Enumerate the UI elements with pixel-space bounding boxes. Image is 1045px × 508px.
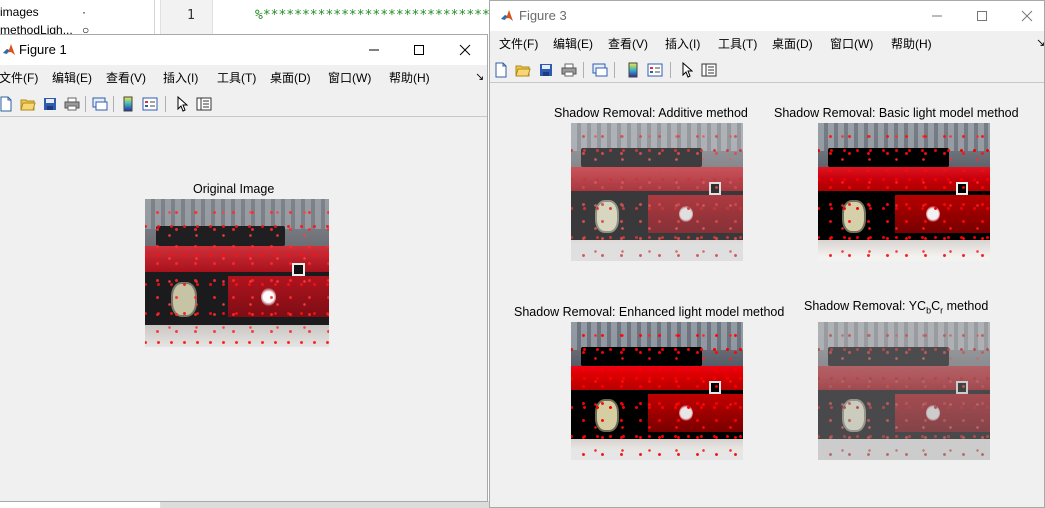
enhanced-light-model-image[interactable] xyxy=(571,322,743,460)
print-icon[interactable] xyxy=(560,61,578,79)
legend-icon[interactable] xyxy=(646,61,664,79)
close-button[interactable] xyxy=(442,35,488,65)
maximize-icon xyxy=(977,11,987,21)
figure-3-window[interactable]: Figure 3 文件(F) 编辑(E) 查看(V) 插入(I) 工具(T) 桌… xyxy=(489,0,1045,508)
menu-insert[interactable]: 插入(I) xyxy=(665,35,700,52)
axes-title-text: method xyxy=(943,299,989,313)
workspace-var-value: · xyxy=(82,5,86,19)
save-icon[interactable] xyxy=(41,95,59,113)
menu-view[interactable]: 查看(V) xyxy=(106,69,146,86)
toolbar-separator xyxy=(583,62,584,78)
machine-photo xyxy=(818,123,990,261)
axes-title: Shadow Removal: Additive method xyxy=(554,106,748,120)
figure-1-window[interactable]: Figure 1 文件(F) 编辑(E) 查看(V) 插入(I) 工具(T) 桌… xyxy=(0,34,488,502)
code-comment-line[interactable]: %********************************** xyxy=(255,8,529,23)
window-title: Figure 3 xyxy=(519,8,567,23)
axes-title-text: C xyxy=(931,299,941,313)
menu-tools[interactable]: 工具(T) xyxy=(217,69,256,86)
figure-toolbar xyxy=(490,57,1044,83)
menu-window[interactable]: 窗口(W) xyxy=(328,69,371,86)
property-inspector-icon[interactable] xyxy=(700,61,718,79)
window-title: Figure 1 xyxy=(19,42,67,57)
open-file-icon[interactable] xyxy=(19,95,37,113)
menu-overflow-icon[interactable]: ↘ xyxy=(1036,36,1045,49)
machine-photo xyxy=(145,199,329,347)
menu-bar: 文件(F) 编辑(E) 查看(V) 插入(I) 工具(T) 桌面(D) 窗口(W… xyxy=(490,32,1045,54)
maximize-button[interactable] xyxy=(396,35,442,65)
property-inspector-icon[interactable] xyxy=(195,95,213,113)
machine-photo xyxy=(571,322,743,460)
figure-3-titlebar[interactable]: Figure 3 xyxy=(490,1,1044,31)
minimize-button[interactable] xyxy=(351,35,397,65)
machine-photo xyxy=(571,123,743,261)
machine-photo xyxy=(818,322,990,460)
toolbar-separator xyxy=(165,96,166,112)
menu-insert[interactable]: 插入(I) xyxy=(163,69,198,86)
feature-points xyxy=(571,123,743,261)
figure-toolbar xyxy=(0,91,487,117)
feature-points xyxy=(145,199,329,347)
axes-title: Shadow Removal: Enhanced light model met… xyxy=(514,305,785,319)
menu-edit[interactable]: 编辑(E) xyxy=(52,69,92,86)
minimize-icon xyxy=(369,49,379,51)
toolbar-separator xyxy=(113,96,114,112)
new-figure-icon[interactable] xyxy=(0,95,15,113)
close-icon xyxy=(1021,10,1033,22)
pointer-icon[interactable] xyxy=(678,61,696,79)
axes-title: Shadow Removal: YCbCr method xyxy=(804,299,988,316)
axes-title-text: Shadow Removal: YC xyxy=(804,299,927,313)
figure-canvas[interactable]: Original Image xyxy=(0,118,487,501)
ycbcr-method-image[interactable] xyxy=(818,322,990,460)
toolbar-separator xyxy=(85,96,86,112)
menu-view[interactable]: 查看(V) xyxy=(608,35,648,52)
editor-horizontal-scrollbar[interactable] xyxy=(161,501,491,508)
figure-canvas[interactable]: Shadow Removal: Additive method Shadow R… xyxy=(490,84,1044,507)
link-plot-icon[interactable] xyxy=(91,95,109,113)
minimize-button[interactable] xyxy=(914,1,960,31)
feature-points xyxy=(571,322,743,460)
figure-1-titlebar[interactable]: Figure 1 xyxy=(0,35,487,65)
menu-help[interactable]: 帮助(H) xyxy=(891,35,932,52)
menu-edit[interactable]: 编辑(E) xyxy=(553,35,593,52)
menu-window[interactable]: 窗口(W) xyxy=(830,35,873,52)
additive-method-image[interactable] xyxy=(571,123,743,261)
link-plot-icon[interactable] xyxy=(591,61,609,79)
pointer-icon[interactable] xyxy=(173,95,191,113)
open-file-icon[interactable] xyxy=(514,61,532,79)
axes-title: Shadow Removal: Basic light model method xyxy=(774,106,1019,120)
menu-bar: 文件(F) 编辑(E) 查看(V) 插入(I) 工具(T) 桌面(D) 窗口(W… xyxy=(0,66,487,88)
menu-overflow-icon[interactable]: ↘ xyxy=(475,70,484,83)
line-number: 1 xyxy=(187,8,195,23)
maximize-icon xyxy=(414,45,424,55)
original-image[interactable] xyxy=(145,199,329,347)
menu-file[interactable]: 文件(F) xyxy=(0,69,38,86)
menu-tools[interactable]: 工具(T) xyxy=(718,35,757,52)
menu-file[interactable]: 文件(F) xyxy=(499,35,538,52)
workspace-row[interactable]: images · xyxy=(0,4,155,20)
minimize-icon xyxy=(932,15,942,17)
close-icon xyxy=(459,44,471,56)
toolbar-separator xyxy=(670,62,671,78)
feature-points xyxy=(818,123,990,261)
matlab-icon xyxy=(500,9,514,23)
close-button[interactable] xyxy=(1004,1,1045,31)
legend-icon[interactable] xyxy=(141,95,159,113)
feature-points xyxy=(818,322,990,460)
colorbar-icon[interactable] xyxy=(624,61,642,79)
basic-light-model-image[interactable] xyxy=(818,123,990,261)
menu-desktop[interactable]: 桌面(D) xyxy=(772,35,813,52)
save-icon[interactable] xyxy=(537,61,555,79)
workspace-var-name: images xyxy=(0,5,39,19)
toolbar-separator xyxy=(614,62,615,78)
print-icon[interactable] xyxy=(63,95,81,113)
menu-desktop[interactable]: 桌面(D) xyxy=(270,69,311,86)
matlab-icon xyxy=(2,43,16,57)
colorbar-icon[interactable] xyxy=(119,95,137,113)
maximize-button[interactable] xyxy=(959,1,1005,31)
new-figure-icon[interactable] xyxy=(492,61,510,79)
menu-help[interactable]: 帮助(H) xyxy=(389,69,430,86)
axes-title: Original Image xyxy=(193,182,275,196)
